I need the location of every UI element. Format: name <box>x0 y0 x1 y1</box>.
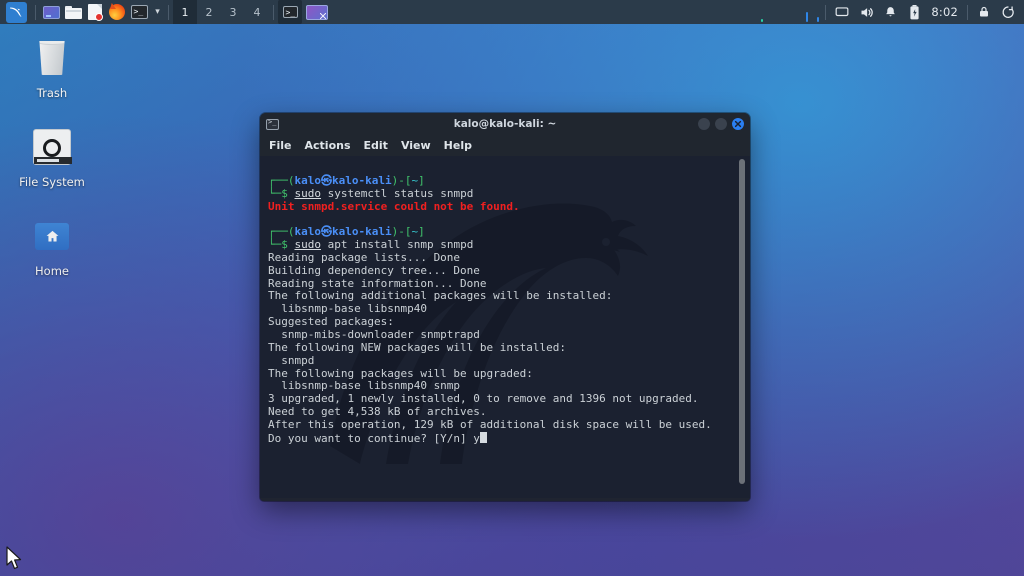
scrollbar-thumb[interactable] <box>739 159 745 485</box>
launcher-text-editor[interactable] <box>84 1 106 23</box>
show-desktop-button[interactable] <box>302 0 332 24</box>
desktop-icon-label: Home <box>35 264 69 278</box>
home-folder-icon <box>14 212 90 260</box>
desktop-icon-trash[interactable]: Trash <box>14 34 90 100</box>
applications-menu-button[interactable] <box>0 0 31 24</box>
network-monitor-widget[interactable] <box>743 1 821 23</box>
desktop-icon-label: Trash <box>36 86 68 100</box>
system-tray <box>830 0 926 24</box>
desktop-icon-label: File System <box>19 175 85 189</box>
terminal-body[interactable]: ┌──(kalo㉿kalo-kali)-[~] └─$ sudo systemc… <box>260 156 750 501</box>
window-controls <box>698 118 744 130</box>
desktop-thumbnail-icon <box>306 4 328 20</box>
launcher-terminal-emulator[interactable] <box>40 1 62 23</box>
minimize-button[interactable] <box>698 118 710 130</box>
launcher-terminal[interactable] <box>128 1 150 23</box>
panel-separator-1 <box>35 4 36 20</box>
panel-separator-5 <box>967 4 968 20</box>
desktop-icon-home[interactable]: Home <box>14 212 90 278</box>
workspace-switcher[interactable]: 1 2 3 4 <box>173 0 269 24</box>
drive-icon <box>14 123 90 171</box>
launcher-more-apps[interactable]: ▾ <box>150 1 164 23</box>
trash-icon <box>14 34 90 82</box>
lock-screen-icon[interactable] <box>972 0 996 24</box>
kali-dragon-icon <box>6 1 27 23</box>
workspace-2[interactable]: 2 <box>197 0 221 24</box>
chevron-down-icon: ▾ <box>155 7 160 17</box>
top-panel: ▾ 1 2 3 4 <box>0 0 1024 24</box>
desktop[interactable]: ▾ 1 2 3 4 <box>0 0 1024 576</box>
terminal-scrollbar[interactable] <box>736 159 747 498</box>
workspace-3[interactable]: 3 <box>221 0 245 24</box>
maximize-button[interactable] <box>715 118 727 130</box>
firefox-icon <box>109 4 125 20</box>
close-icon <box>734 120 742 128</box>
menu-edit[interactable]: Edit <box>364 139 388 152</box>
terminal-window-footer <box>260 498 750 501</box>
terminal-icon <box>266 118 279 130</box>
power-logout-icon[interactable] <box>996 0 1020 24</box>
menu-actions[interactable]: Actions <box>305 139 351 152</box>
taskbar-window-terminal[interactable] <box>278 0 302 24</box>
menu-help[interactable]: Help <box>444 139 472 152</box>
terminal-icon <box>282 6 298 19</box>
terminal-icon <box>130 5 148 19</box>
display-settings-icon[interactable] <box>830 0 854 24</box>
terminal-window[interactable]: kalo@kalo-kali: ~ File Actions Edit View… <box>260 113 750 501</box>
workspace-4[interactable]: 4 <box>245 0 269 24</box>
notification-bell-icon[interactable] <box>878 0 902 24</box>
document-icon <box>88 4 103 21</box>
launcher-file-manager[interactable] <box>62 1 84 23</box>
panel-separator-2 <box>168 4 169 20</box>
panel-spacer <box>332 0 743 24</box>
terminal-titlebar[interactable]: kalo@kalo-kali: ~ <box>260 113 750 135</box>
text-cursor <box>479 431 487 443</box>
terminal-title: kalo@kalo-kali: ~ <box>453 118 557 130</box>
workspace-1[interactable]: 1 <box>173 0 197 24</box>
menu-file[interactable]: File <box>269 139 292 152</box>
close-button[interactable] <box>732 118 744 130</box>
battery-icon[interactable] <box>902 0 926 24</box>
desktop-icon-file-system[interactable]: File System <box>14 123 90 189</box>
menu-view[interactable]: View <box>401 139 431 152</box>
panel-separator-4 <box>825 4 827 20</box>
launcher-firefox[interactable] <box>106 1 128 23</box>
mouse-pointer <box>6 546 22 570</box>
panel-separator-3 <box>273 4 274 20</box>
terminal-menubar: File Actions Edit View Help <box>260 135 750 156</box>
terminal-output[interactable]: ┌──(kalo㉿kalo-kali)-[~] └─$ sudo systemc… <box>260 156 750 501</box>
volume-icon[interactable] <box>854 0 878 24</box>
folder-icon <box>64 5 82 19</box>
clock[interactable]: 8:02 <box>926 5 963 19</box>
display-icon <box>42 5 60 19</box>
